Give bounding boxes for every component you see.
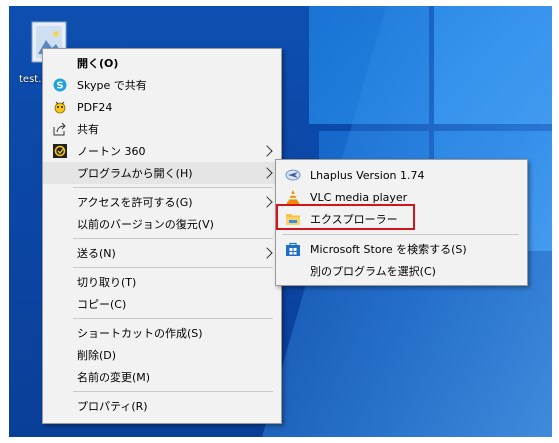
menu-item-copy[interactable]: コピー(C) xyxy=(43,293,281,315)
store-icon xyxy=(285,241,301,257)
submenu-item-label: 別のプログラムを選択(C) xyxy=(310,265,436,278)
menu-item-norton[interactable]: ノートン 360 xyxy=(43,140,281,162)
menu-item-restore-versions[interactable]: 以前のバージョンの復元(V) xyxy=(43,213,281,235)
menu-item-open[interactable]: 開く(O) xyxy=(43,52,281,74)
menu-separator xyxy=(73,267,273,268)
menu-item-pdf24[interactable]: PDF24 xyxy=(43,96,281,118)
menu-separator xyxy=(282,234,519,235)
menu-item-label: プログラムから開く(H) xyxy=(77,167,193,180)
menu-separator xyxy=(73,318,273,319)
context-menu: 開く(O) S Skype で共有 PDF24 共有 ノートン 360 プログラ… xyxy=(42,48,282,424)
vlc-cone-icon xyxy=(285,189,301,205)
submenu-item-store-search[interactable]: Microsoft Store を検索する(S) xyxy=(276,238,527,260)
menu-item-label: ショートカットの作成(S) xyxy=(77,327,203,340)
menu-item-label: 共有 xyxy=(77,123,99,136)
menu-item-create-shortcut[interactable]: ショートカットの作成(S) xyxy=(43,322,281,344)
norton-icon xyxy=(52,143,68,159)
menu-separator xyxy=(73,238,273,239)
menu-item-properties[interactable]: プロパティ(R) xyxy=(43,395,281,417)
submenu-item-lhaplus[interactable]: Lhaplus Version 1.74 xyxy=(276,164,527,186)
menu-item-label: 送る(N) xyxy=(77,247,116,260)
menu-separator xyxy=(73,187,273,188)
pdf24-icon xyxy=(52,99,68,115)
svg-text:S: S xyxy=(56,81,63,92)
chevron-right-icon xyxy=(261,247,273,259)
menu-item-label: コピー(C) xyxy=(77,298,127,311)
menu-item-label: ノートン 360 xyxy=(77,145,146,158)
menu-item-label: 以前のバージョンの復元(V) xyxy=(77,218,214,231)
chevron-right-icon xyxy=(261,167,273,179)
submenu-item-label: VLC media player xyxy=(310,190,408,204)
menu-item-label: PDF24 xyxy=(77,100,113,114)
submenu-item-label: Lhaplus Version 1.74 xyxy=(310,168,425,182)
skype-icon: S xyxy=(52,77,68,93)
menu-item-label: アクセスを許可する(G) xyxy=(77,196,193,209)
menu-item-delete[interactable]: 削除(D) xyxy=(43,344,281,366)
menu-item-label: Skype で共有 xyxy=(77,79,147,92)
chevron-right-icon xyxy=(261,196,273,208)
share-icon xyxy=(52,121,68,137)
menu-separator xyxy=(73,391,273,392)
menu-item-skype-share[interactable]: S Skype で共有 xyxy=(43,74,281,96)
menu-item-open-with[interactable]: プログラムから開く(H) xyxy=(43,162,281,184)
highlight-annotation-box xyxy=(276,204,415,230)
menu-item-label: プロパティ(R) xyxy=(77,400,148,413)
submenu-item-label: Microsoft Store を検索する(S) xyxy=(310,243,467,256)
chevron-right-icon xyxy=(261,145,273,157)
menu-item-cut[interactable]: 切り取り(T) xyxy=(43,271,281,293)
menu-item-share[interactable]: 共有 xyxy=(43,118,281,140)
submenu-item-choose-another[interactable]: 別のプログラムを選択(C) xyxy=(276,260,527,282)
menu-item-give-access[interactable]: アクセスを許可する(G) xyxy=(43,191,281,213)
menu-item-rename[interactable]: 名前の変更(M) xyxy=(43,366,281,388)
menu-item-send-to[interactable]: 送る(N) xyxy=(43,242,281,264)
menu-item-label: 名前の変更(M) xyxy=(77,371,151,384)
menu-item-label: 切り取り(T) xyxy=(77,276,137,289)
menu-item-label: 開く(O) xyxy=(77,57,119,70)
lhaplus-icon xyxy=(285,167,301,183)
menu-item-label: 削除(D) xyxy=(77,349,117,362)
